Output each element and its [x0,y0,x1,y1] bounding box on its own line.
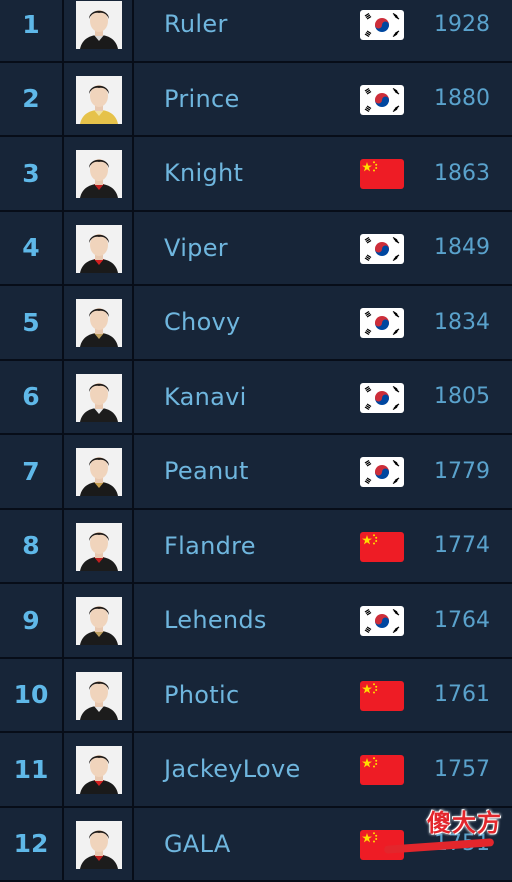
player-score: 1757 [434,733,490,806]
column-divider [62,659,64,732]
column-divider [62,733,64,806]
player-score: 1761 [434,659,490,732]
player-avatar [76,448,122,496]
rank-number: 1 [0,0,62,61]
player-avatar [76,1,122,49]
china-flag-icon [360,681,404,711]
player-name[interactable]: Lehends [164,584,267,657]
leaderboard-row[interactable]: 3 Knight 1863 [0,137,512,212]
column-divider [132,0,134,61]
column-divider [132,510,134,583]
player-score: 1774 [434,510,490,583]
rank-number: 11 [0,733,62,806]
column-divider [132,733,134,806]
rank-number: 8 [0,510,62,583]
south-korea-flag-icon [360,606,404,636]
player-avatar [76,76,122,124]
player-name[interactable]: Viper [164,212,228,285]
column-divider [132,361,134,434]
leaderboard-row[interactable]: 1 Ruler 1928 [0,0,512,63]
column-divider [62,0,64,61]
column-divider [132,435,134,508]
player-score: 1928 [434,0,490,61]
south-korea-flag-icon [360,457,404,487]
player-name[interactable]: Kanavi [164,361,247,434]
player-avatar [76,225,122,273]
rank-number: 10 [0,659,62,732]
player-avatar [76,672,122,720]
player-avatar [76,523,122,571]
column-divider [62,510,64,583]
column-divider [62,808,64,881]
leaderboard-row[interactable]: 11 JackeyLove 1757 [0,733,512,808]
player-score: 1779 [434,435,490,508]
player-name[interactable]: Photic [164,659,239,732]
leaderboard-row[interactable]: 10 Photic 1761 [0,659,512,734]
player-name[interactable]: Ruler [164,0,228,61]
china-flag-icon [360,159,404,189]
column-divider [132,584,134,657]
leaderboard-row[interactable]: 2 Prince 1880 [0,63,512,138]
player-name[interactable]: Flandre [164,510,256,583]
watermark: 傻大方 [427,803,502,838]
rank-number: 12 [0,808,62,881]
player-name[interactable]: Chovy [164,286,241,359]
rank-number: 9 [0,584,62,657]
player-avatar [76,150,122,198]
player-name[interactable]: Prince [164,63,240,136]
column-divider [132,212,134,285]
column-divider [132,286,134,359]
player-name[interactable]: JackeyLove [164,733,301,806]
leaderboard-row[interactable]: 7 Peanut 1779 [0,435,512,510]
leaderboard-row[interactable]: 6 Kanavi 1805 [0,361,512,436]
column-divider [62,361,64,434]
rank-number: 7 [0,435,62,508]
column-divider [62,435,64,508]
leaderboard-row[interactable]: 4 Viper 1849 [0,212,512,287]
column-divider [62,63,64,136]
south-korea-flag-icon [360,10,404,40]
player-avatar [76,597,122,645]
column-divider [62,212,64,285]
column-divider [62,286,64,359]
player-avatar [76,821,122,869]
player-avatar [76,374,122,422]
player-score: 1863 [434,137,490,210]
leaderboard-row[interactable]: 9 Lehends 1764 [0,584,512,659]
player-name[interactable]: GALA [164,808,231,881]
player-score: 1849 [434,212,490,285]
player-name[interactable]: Peanut [164,435,249,508]
rank-number: 5 [0,286,62,359]
player-score: 1834 [434,286,490,359]
rank-number: 4 [0,212,62,285]
leaderboard-row[interactable]: 5 Chovy 1834 [0,286,512,361]
rank-number: 3 [0,137,62,210]
column-divider [62,584,64,657]
china-flag-icon [360,532,404,562]
leaderboard-row[interactable]: 8 Flandre 1774 [0,510,512,585]
player-name[interactable]: Knight [164,137,243,210]
column-divider [132,63,134,136]
column-divider [132,137,134,210]
south-korea-flag-icon [360,383,404,413]
player-score: 1880 [434,63,490,136]
column-divider [62,137,64,210]
player-score: 1805 [434,361,490,434]
player-avatar [76,746,122,794]
rank-number: 2 [0,63,62,136]
player-avatar [76,299,122,347]
south-korea-flag-icon [360,234,404,264]
rank-number: 6 [0,361,62,434]
south-korea-flag-icon [360,85,404,115]
column-divider [132,808,134,881]
column-divider [132,659,134,732]
china-flag-icon [360,755,404,785]
south-korea-flag-icon [360,308,404,338]
player-score: 1764 [434,584,490,657]
leaderboard: 1 Ruler 1928 2 Prince 1880 3 Knight 1863 4 Viper 18… [0,0,512,882]
